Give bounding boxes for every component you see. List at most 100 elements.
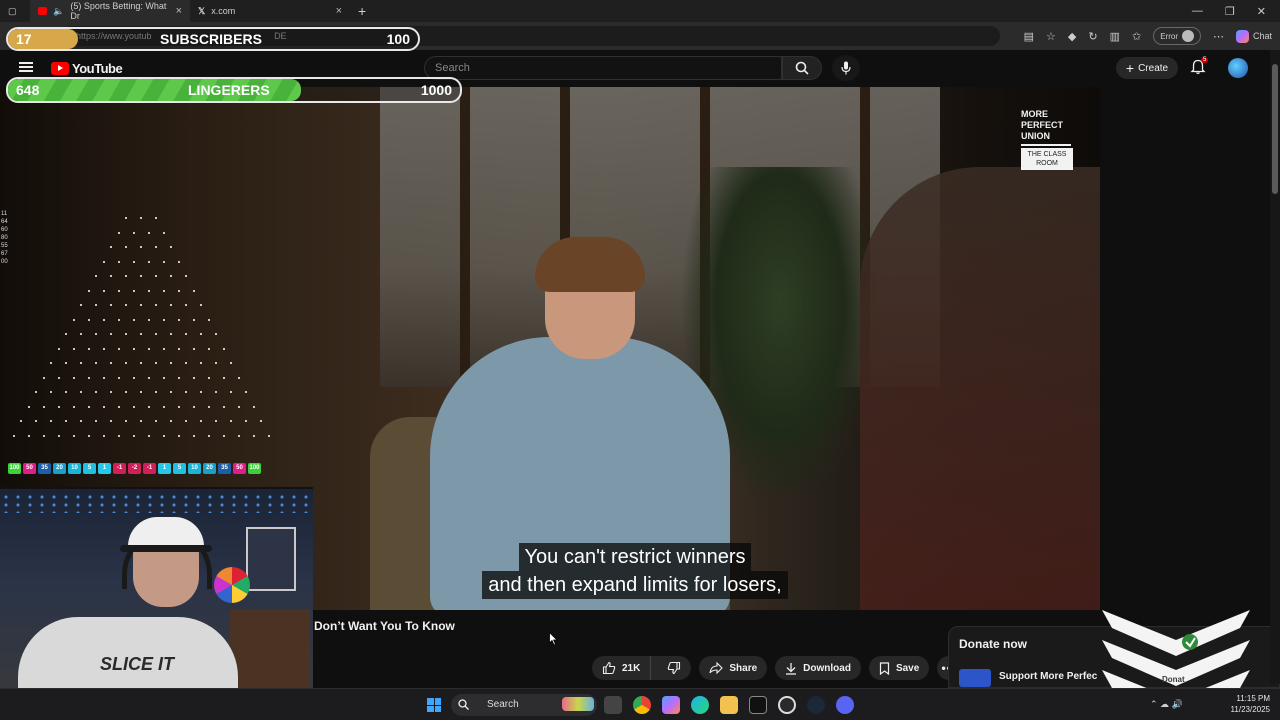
plinko-peg (132, 289, 135, 292)
download-button[interactable]: Download (775, 656, 861, 680)
plinko-peg (110, 420, 112, 422)
plinko-peg (155, 420, 157, 422)
more-menu-icon[interactable]: ⋯ (1213, 30, 1224, 43)
refresh-extension-icon[interactable]: ↻ (1088, 30, 1097, 43)
sidebar-icon[interactable]: ▥ (1110, 30, 1120, 43)
like-count: 21K (622, 662, 641, 674)
plinko-peg (185, 391, 187, 393)
audio-icon[interactable]: 🔈 (53, 6, 64, 17)
plinko-peg (125, 246, 127, 248)
search-button[interactable] (782, 56, 822, 80)
like-button[interactable]: 21K (592, 656, 652, 680)
chat-label: Chat (1252, 31, 1272, 41)
chrome-icon[interactable] (633, 696, 651, 714)
plinko-peg (177, 260, 180, 263)
plinko-peg (125, 333, 127, 335)
plinko-peg (252, 405, 255, 408)
plinko-peg (237, 434, 240, 437)
windows-start-icon[interactable] (427, 698, 441, 712)
plinko-peg (177, 318, 180, 321)
tab-x[interactable]: 𝕏 x.com × (190, 0, 350, 22)
taskbar-search-icon (458, 699, 469, 710)
close-window-icon[interactable]: ✕ (1257, 5, 1266, 18)
plinko-peg (80, 333, 82, 335)
voice-search-button[interactable] (832, 55, 860, 81)
charity-logo (959, 669, 991, 687)
split-screen-icon[interactable]: ▤ (1024, 30, 1034, 43)
plinko-peg (140, 246, 142, 248)
new-tab-icon[interactable]: + (350, 0, 374, 22)
share-icon (709, 662, 724, 674)
tab-sports-betting[interactable]: 🔈 (5) Sports Betting: What Dr × (30, 0, 190, 22)
clock-time: 11:15 PM (1236, 694, 1270, 703)
plinko-peg (102, 318, 105, 321)
plinko-slot: 50 (23, 463, 36, 474)
sidebar-toggle-icon[interactable]: ▢ (0, 0, 30, 22)
plinko-peg (185, 333, 187, 335)
discord-icon[interactable] (836, 696, 854, 714)
taskbar-clock[interactable]: 11:15 PM 11/23/2025 (1222, 693, 1270, 715)
watermark-line: UNION (1021, 131, 1050, 141)
search-input[interactable]: Search (424, 56, 782, 80)
watermark-box: THE CLASS ROOM (1021, 148, 1073, 170)
plinko-peg (177, 376, 180, 379)
plinko-peg (87, 318, 90, 321)
share-button[interactable]: Share (699, 656, 768, 680)
plinko-peg (87, 376, 90, 379)
copilot-icon (1235, 29, 1249, 43)
tab-close-icon[interactable]: × (176, 5, 182, 17)
plinko-peg (87, 434, 90, 437)
plinko-peg (57, 434, 60, 437)
youtube-logo[interactable]: YouTube (51, 61, 123, 76)
plinko-peg (110, 333, 112, 335)
copilot-chat-button[interactable]: Chat (1235, 29, 1272, 43)
save-button[interactable]: Save (868, 656, 930, 680)
menu-icon[interactable] (19, 62, 33, 72)
plinko-peg (245, 391, 247, 393)
plinko-peg (162, 405, 165, 408)
page-scrollbar-thumb[interactable] (1272, 64, 1278, 194)
system-tray[interactable]: ⌃ ☁ 🔊 (1150, 699, 1183, 710)
plinko-peg (95, 333, 97, 335)
plinko-peg (117, 405, 120, 408)
favorite-star-icon[interactable]: ☆ (1046, 30, 1056, 43)
edge-icon[interactable] (691, 696, 709, 714)
plinko-slot: 100 (248, 463, 261, 474)
save-label: Save (895, 662, 920, 674)
maximize-icon[interactable]: ❐ (1225, 5, 1235, 18)
error-label: Error (1160, 31, 1178, 41)
plinko-peg (192, 376, 195, 379)
plinko-peg (125, 304, 127, 306)
plinko-slot: 35 (38, 463, 51, 474)
plinko-peg (102, 260, 105, 263)
plinko-peg (267, 434, 270, 437)
account-avatar[interactable] (1228, 58, 1248, 78)
watermark-line: MORE (1021, 109, 1048, 119)
create-button[interactable]: + Create (1116, 57, 1178, 79)
file-explorer-icon[interactable] (720, 696, 738, 714)
favorites-icon[interactable]: ✩ (1132, 30, 1141, 43)
minimize-icon[interactable]: — (1192, 5, 1203, 18)
plinko-peg (132, 231, 135, 234)
extension-icon[interactable]: ◆ (1068, 30, 1076, 43)
taskbar-apps (604, 696, 854, 714)
tab-close-icon[interactable]: × (336, 5, 342, 17)
plinko-peg (155, 362, 157, 364)
dislike-button[interactable] (657, 656, 691, 680)
plinko-peg (222, 376, 225, 379)
plinko-peg (95, 304, 97, 306)
plinko-peg (102, 347, 105, 350)
steam-icon[interactable] (807, 696, 825, 714)
youtube-favicon-icon (38, 7, 48, 15)
plinko-peg (80, 362, 82, 364)
copilot-app-icon[interactable] (662, 696, 680, 714)
plinko-peg (95, 362, 97, 364)
plinko-peg (207, 318, 210, 321)
capcut-icon[interactable] (749, 696, 767, 714)
taskbar-widget-art[interactable] (562, 697, 594, 711)
task-view-icon[interactable] (604, 696, 622, 714)
obs-icon[interactable] (778, 696, 796, 714)
window-controls: — ❐ ✕ (1192, 5, 1280, 18)
profile-error-button[interactable]: Error (1153, 27, 1201, 45)
donate-title: Donate now (959, 637, 1027, 651)
